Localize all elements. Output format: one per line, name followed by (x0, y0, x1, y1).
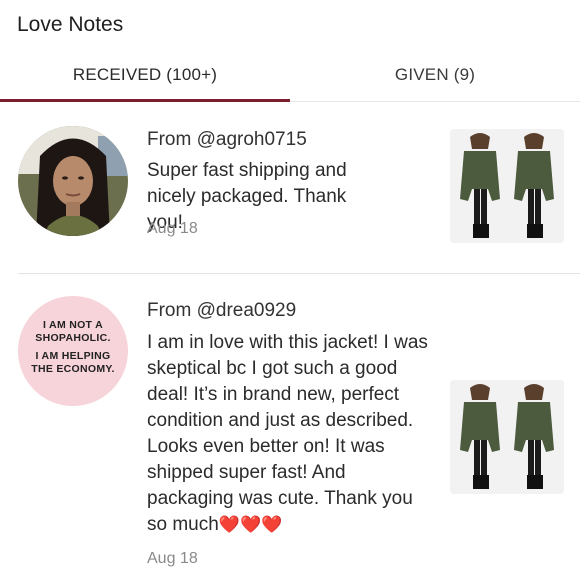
sign-line: SHOPAHOLIC. (35, 332, 111, 344)
note-separator (18, 273, 580, 274)
listing-thumbnail[interactable] (450, 380, 564, 494)
listing-thumbnail[interactable] (450, 129, 564, 243)
quote-sign-image: I AM NOT A SHOPAHOLIC. I AM HELPING THE … (18, 296, 128, 406)
page-title: Love Notes (17, 13, 124, 36)
user-photo-icon (18, 126, 128, 236)
avatar[interactable]: I AM NOT A SHOPAHOLIC. I AM HELPING THE … (18, 296, 128, 406)
avatar[interactable] (18, 126, 128, 236)
note-date: Aug 18 (147, 550, 198, 567)
heart-emoji-icon: ❤️❤️❤️ (218, 515, 283, 534)
jacket-photo-icon (450, 129, 564, 243)
sign-line: I AM NOT A (43, 319, 103, 331)
active-tab-indicator (0, 99, 290, 102)
tab-given[interactable]: GIVEN (9) (290, 54, 580, 102)
note-message: I am in love with this jacket! I was ske… (147, 330, 437, 538)
note-sender[interactable]: From @drea0929 (147, 300, 296, 322)
sign-line: I AM HELPING (35, 350, 111, 362)
jacket-photo-icon (450, 380, 564, 494)
tab-bar: RECEIVED (100+) GIVEN (9) (0, 54, 580, 104)
note-date: Aug 18 (147, 220, 198, 237)
note-sender[interactable]: From @agroh0715 (147, 129, 307, 151)
sign-line: THE ECONOMY. (31, 363, 115, 375)
note-message-text: I am in love with this jacket! I was ske… (147, 332, 428, 535)
tab-received[interactable]: RECEIVED (100+) (0, 54, 290, 102)
